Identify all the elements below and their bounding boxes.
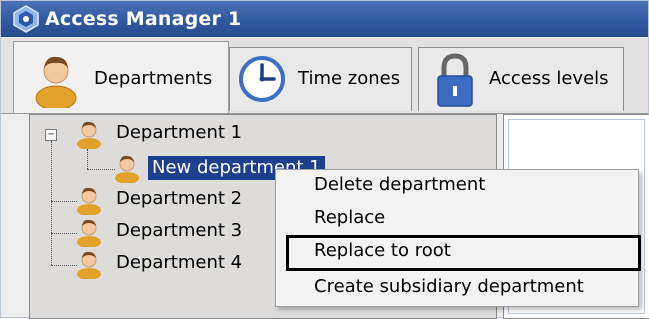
tree-line	[51, 233, 77, 234]
user-icon	[77, 251, 101, 279]
user-icon	[35, 56, 77, 108]
tab-departments[interactable]: Departments	[13, 41, 229, 113]
collapse-toggle[interactable]: −	[45, 129, 57, 141]
menu-item-label: Create subsidiary department	[314, 276, 584, 297]
tree-item-label: Department 2	[116, 188, 243, 209]
tab-strip: Departments Time zones Access levels	[1, 37, 648, 114]
menu-item-label: Replace	[314, 207, 386, 228]
menu-item-replace[interactable]: Replace	[276, 203, 638, 237]
tab-time-zones-label: Time zones	[298, 68, 401, 89]
menu-item-delete-department[interactable]: Delete department	[276, 170, 638, 204]
app-logo-icon	[13, 5, 39, 33]
tree-line	[87, 169, 115, 170]
tree-line	[51, 141, 52, 265]
title-bar[interactable]: Access Manager 1	[1, 1, 648, 37]
tree-line	[87, 149, 88, 169]
menu-item-replace-to-root[interactable]: Replace to root	[286, 235, 641, 271]
menu-item-label: Delete department	[314, 174, 486, 195]
menu-item-label: Replace to root	[314, 240, 451, 261]
lock-icon	[437, 53, 473, 107]
tree-line	[51, 201, 77, 202]
user-icon	[115, 155, 139, 183]
user-icon	[77, 121, 101, 149]
window-title: Access Manager 1	[45, 8, 242, 30]
user-icon	[77, 219, 101, 247]
tab-access-levels-label: Access levels	[489, 68, 609, 89]
user-icon	[77, 187, 101, 215]
tree-item-label: Department 4	[116, 252, 243, 273]
tree-item-department-1[interactable]: Department 1	[76, 119, 476, 149]
tree-item-label: Department 3	[116, 220, 243, 241]
tree-item-label: Department 1	[116, 122, 243, 143]
tab-access-levels[interactable]: Access levels	[418, 47, 624, 111]
menu-item-create-subsidiary-department[interactable]: Create subsidiary department	[276, 272, 638, 306]
tree-line	[51, 265, 77, 266]
context-menu: Delete department Replace Replace to roo…	[275, 169, 641, 307]
access-manager-window: Access Manager 1 Departments Time zones	[0, 0, 649, 319]
tab-departments-label: Departments	[94, 68, 213, 89]
clock-icon	[239, 56, 285, 102]
tab-time-zones[interactable]: Time zones	[229, 47, 412, 111]
